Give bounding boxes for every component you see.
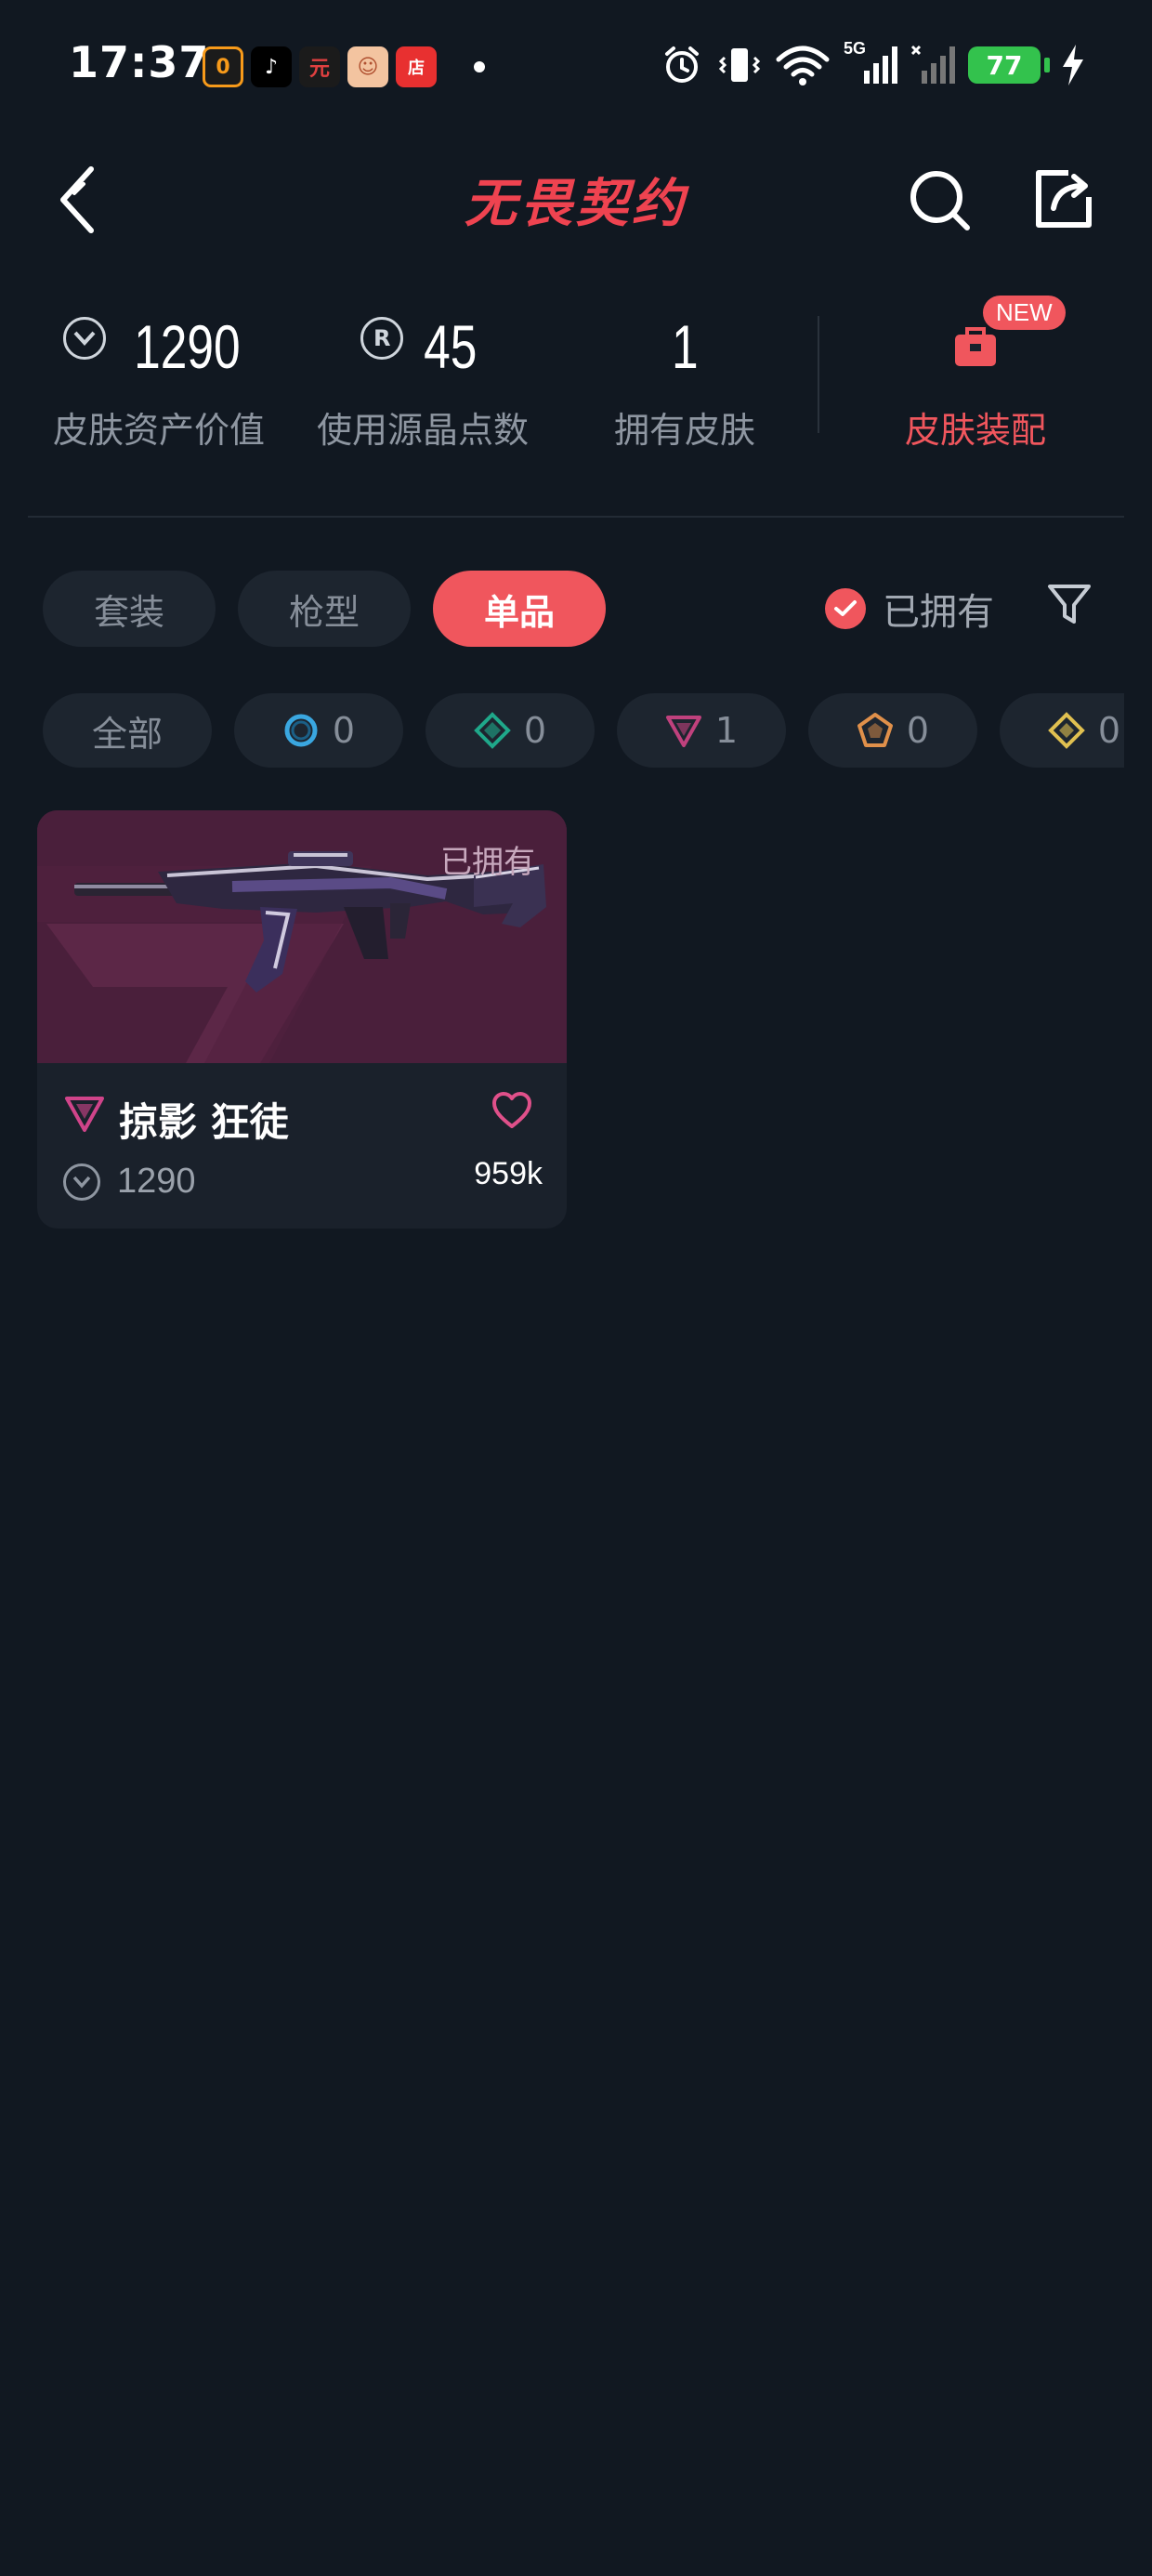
stat-owned-skins: 1 拥有皮肤 (550, 296, 819, 453)
tier-chip-ultra[interactable]: 0 (1000, 693, 1124, 768)
ultra-tier-icon (1048, 712, 1085, 749)
tier-chip-select[interactable]: 0 (234, 693, 403, 768)
status-bar: 17:37 0 ♪ 元 ☺ 店 5G 77 (0, 0, 1152, 139)
alarm-icon (665, 46, 699, 83)
premium-tier-icon (665, 716, 701, 747)
new-badge: NEW (983, 296, 1066, 330)
checkmark-icon (825, 588, 866, 629)
share-icon (1036, 170, 1092, 228)
stat-value: 45 (424, 312, 478, 381)
tier-chip-exclusive[interactable]: 0 (808, 693, 977, 768)
stat-label: 拥有皮肤 (613, 410, 755, 451)
like-count: 959k (474, 1156, 543, 1191)
wifi-icon (776, 46, 830, 85)
filter-funnel-icon (1048, 585, 1091, 624)
cell-signal-2-icon (910, 45, 955, 84)
tier-chip-deluxe[interactable]: 0 (425, 693, 595, 768)
chip-label: 0 (523, 710, 547, 751)
chip-label: 全部 (91, 713, 163, 755)
tier-filter-row: 全部 0 0 1 0 0 (43, 693, 1124, 769)
game-notification-icon: ☺ (347, 46, 388, 87)
premium-tier-icon (65, 1097, 104, 1132)
app-notification-icon: 0 (203, 46, 243, 87)
chip-label: 0 (906, 710, 930, 751)
skin-card[interactable]: 已拥有 掠影 狂徒 1290 959k (37, 810, 567, 1229)
section-divider (28, 516, 1124, 518)
loadout-bag-icon (955, 327, 996, 366)
tab-weapon-types[interactable]: 枪型 (238, 571, 411, 647)
category-tabs: 套装 枪型 单品 (43, 571, 606, 647)
share-button[interactable] (1022, 158, 1106, 242)
app-logo: 无畏契约 (465, 173, 687, 234)
system-icons: 5G 77 (660, 39, 1087, 87)
chevron-left-icon (60, 166, 94, 233)
vp-icon (62, 317, 106, 360)
tab-single-items[interactable]: 单品 (433, 571, 606, 647)
tab-bundles[interactable]: 套装 (43, 571, 216, 647)
shop-notification-icon: 店 (396, 46, 437, 87)
tier-chip-premium[interactable]: 1 (617, 693, 786, 768)
skin-name: 掠影 狂徒 (119, 1099, 289, 1145)
exclusive-tier-icon (857, 713, 893, 747)
owned-tag: 已拥有 (440, 844, 535, 881)
deluxe-tier-icon (474, 712, 511, 749)
status-time: 17:37 (69, 37, 210, 87)
loadout-label: 皮肤装配 (904, 410, 1046, 451)
cell-signal-5g-icon: 5G (844, 39, 897, 87)
tier-chip-all[interactable]: 全部 (43, 693, 212, 768)
charging-icon (1063, 45, 1083, 85)
stat-radianite-points: R 45 使用源晶点数 (288, 296, 557, 453)
search-button[interactable] (897, 158, 981, 242)
skin-loadout-button[interactable]: NEW 皮肤装配 (855, 296, 1096, 453)
skin-artwork: 已拥有 (37, 810, 567, 1063)
stat-asset-value: 1290 皮肤资产价值 (24, 296, 294, 453)
vibrate-icon (718, 48, 761, 82)
stat-value: 1290 (133, 312, 241, 381)
app-header: 无畏契约 (0, 139, 1152, 260)
favorite-heart-icon[interactable] (491, 1091, 533, 1130)
back-button[interactable] (37, 158, 121, 242)
more-notifications-dot (474, 61, 485, 72)
select-tier-icon (284, 714, 318, 747)
radianite-icon: R (360, 317, 404, 360)
owned-filter-label: 已拥有 (883, 591, 994, 634)
app-notification-icon: 元 (299, 46, 340, 87)
collection-stats: 1290 皮肤资产价值 R 45 使用源晶点数 1 拥有皮肤 NEW 皮肤装配 (0, 296, 1152, 481)
notification-icons: 0 ♪ 元 ☺ 店 (203, 46, 485, 87)
stats-divider (818, 316, 819, 433)
owned-filter-toggle[interactable]: 已拥有 (825, 582, 994, 636)
chip-label: 0 (1097, 710, 1121, 751)
chip-label: 1 (714, 710, 739, 751)
battery-level: 77 (986, 49, 1023, 81)
battery-indicator: 77 (968, 46, 1050, 84)
vp-icon (63, 1163, 100, 1201)
tiktok-icon: ♪ (251, 46, 292, 87)
skin-price: 1290 (63, 1162, 196, 1202)
chip-label: 0 (332, 710, 356, 751)
stat-label: 使用源晶点数 (316, 410, 529, 451)
stat-value: 1 (671, 312, 699, 381)
search-icon (910, 171, 970, 230)
stat-label: 皮肤资产价值 (52, 410, 265, 451)
filter-button[interactable] (1039, 572, 1100, 637)
price-value: 1290 (117, 1162, 196, 1201)
